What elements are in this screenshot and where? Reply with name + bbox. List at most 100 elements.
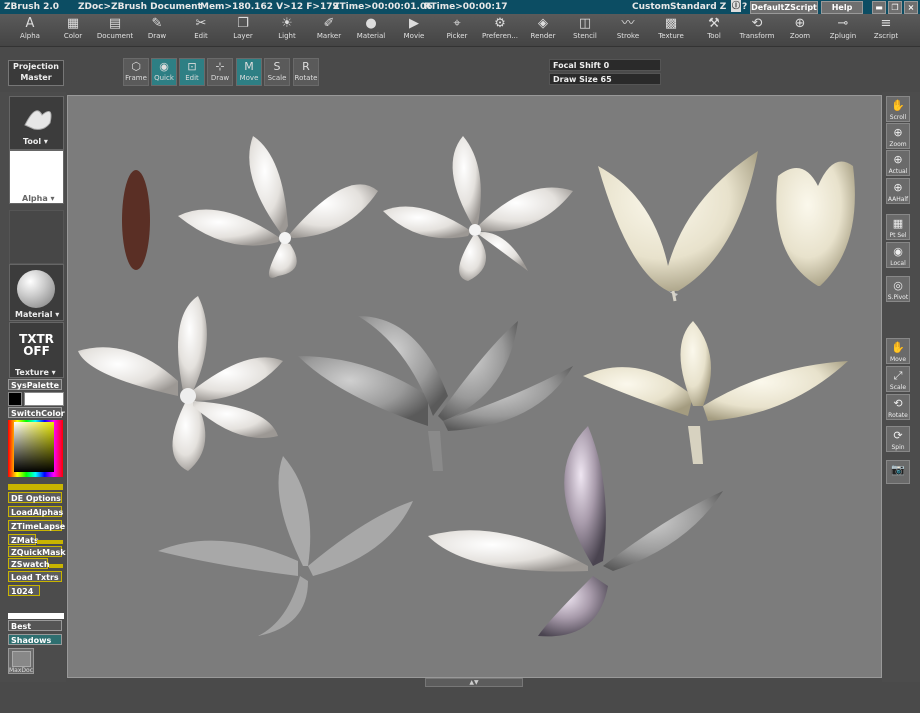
texture-thumbnail[interactable]: TXTR OFF Texture ▾	[9, 322, 64, 378]
close-icon[interactable]: ×	[904, 1, 918, 14]
restore-icon[interactable]: ❐	[888, 1, 902, 14]
help-question-icon[interactable]: ?	[742, 0, 747, 14]
s-pivot-button[interactable]: ◎ S.Pivot	[886, 276, 910, 302]
syspalette-button[interactable]: SysPalette	[8, 379, 62, 390]
resolution-1024-button[interactable]: 1024	[8, 585, 40, 596]
actual-magnifier-icon: ⊕	[893, 153, 903, 166]
rtime-readout: RTime>00:00:17	[424, 2, 508, 12]
flower-render-3	[598, 151, 758, 302]
color-picker[interactable]	[8, 420, 63, 477]
best-indicator-bar	[8, 613, 64, 619]
default-zscript-button[interactable]: DefaultZScript	[750, 1, 818, 14]
edit-button[interactable]: ⊡ Edit	[179, 58, 205, 86]
secondary-color-swatch[interactable]	[24, 392, 64, 406]
zscript-icon: ≡	[880, 16, 892, 31]
spin-button[interactable]: ⟳ Spin	[886, 426, 910, 452]
help-button[interactable]: Help	[821, 1, 863, 14]
transform-icon: ⟲	[751, 16, 763, 31]
move-hand-icon: ✋	[891, 341, 905, 354]
flower-render-8	[158, 456, 413, 636]
mem-readout: Mem>180.162 V>12 F>179	[200, 2, 339, 12]
stroke-thumbnail[interactable]	[9, 210, 64, 264]
zoom-button[interactable]: ⊕ Zoom	[886, 123, 910, 149]
document-canvas[interactable]	[67, 95, 882, 678]
minimize-icon[interactable]: ▬	[872, 1, 886, 14]
texture-icon: ▩	[664, 16, 678, 31]
rotate-icon: ⟲	[893, 397, 903, 410]
preferences-icon: ⚙	[494, 16, 506, 31]
material-icon: ●	[365, 16, 377, 31]
flower-render-4	[776, 161, 855, 286]
de-options-button[interactable]: DE Options	[8, 492, 62, 503]
flower-render-7	[583, 321, 848, 464]
scroll-hand-icon: ✋	[891, 99, 905, 112]
menu-zscript[interactable]: ≡ Zscript	[861, 16, 911, 40]
alpha-thumbnail[interactable]: Alpha ▾	[9, 150, 64, 204]
zquickmask-button[interactable]: ZQuickMask	[8, 546, 66, 557]
quick-icon: ◉	[159, 60, 169, 73]
local-icon: ◉	[893, 245, 903, 258]
zoom-icon: ⊕	[794, 16, 806, 31]
bottom-tray: ▲▼	[0, 678, 920, 713]
flower-render-6	[298, 316, 573, 471]
info-icon[interactable]: Ⓘ	[731, 0, 741, 12]
app-title: ZBrush 2.0	[4, 2, 60, 12]
snapshot-button[interactable]: 📷	[886, 460, 910, 484]
zmats-button[interactable]: ZMats	[8, 534, 39, 545]
flower-tool-icon	[24, 110, 52, 130]
switch-color-button[interactable]: SwitchColor	[8, 407, 65, 418]
custom-menu[interactable]: Custom	[632, 0, 670, 14]
scale-view-button[interactable]: ⤢ Scale	[886, 366, 910, 392]
actual-button[interactable]: ⊕ Actual	[886, 150, 910, 176]
shadows-button[interactable]: Shadows	[8, 634, 62, 645]
tool-label: Tool ▾	[23, 137, 48, 146]
projection-master-button[interactable]: Projection Master	[8, 60, 64, 86]
title-bar: ZBrush 2.0 ZDoc>ZBrush Document Mem>180.…	[0, 0, 920, 14]
menu-layer[interactable]: ❐ Layer	[218, 16, 268, 40]
frame-button[interactable]: ⬡ Frame	[123, 58, 149, 86]
scale-icon: ⤢	[893, 369, 903, 382]
maxdoc-icon	[11, 651, 31, 667]
move-mode-icon: M	[244, 60, 254, 73]
primary-color-swatch[interactable]	[8, 392, 22, 406]
pt-sel-button[interactable]: ▦ Pt Sel	[886, 214, 910, 240]
standard-menu[interactable]: Standard Z	[670, 0, 726, 14]
doc-menu[interactable]: ZDoc>ZBrush Document	[78, 0, 202, 14]
focal-shift-slider[interactable]: Focal Shift 0	[549, 59, 661, 71]
maxdoc-button[interactable]: MaxDoc	[8, 648, 34, 674]
material-sphere-icon	[17, 270, 55, 308]
ztimelapse-button[interactable]: ZTimeLapse	[8, 520, 65, 531]
move-button[interactable]: M Move	[236, 58, 262, 86]
aahalf-button[interactable]: ⊕ AAHalf	[886, 178, 910, 204]
rotate-view-button[interactable]: ⟲ Rotate	[886, 394, 910, 420]
txtr-off-label: TXTR OFF	[19, 332, 54, 358]
draw-icon: ✎	[151, 16, 163, 31]
pivot-icon: ◎	[893, 279, 903, 292]
zswatch-button[interactable]: ZSwatch	[8, 558, 50, 569]
rotate-button[interactable]: R Rotate	[293, 58, 319, 86]
load-txtrs-button[interactable]: Load Txtrs	[8, 571, 62, 582]
alpha-label: Alpha ▾	[22, 194, 55, 203]
draw-size-slider[interactable]: Draw Size 65	[549, 73, 661, 85]
move-view-button[interactable]: ✋ Move	[886, 338, 910, 364]
menu-draw[interactable]: ✎ Draw	[132, 16, 182, 40]
tool-thumbnail[interactable]: Tool ▾	[9, 96, 64, 150]
quick-button[interactable]: ◉ Quick	[151, 58, 177, 86]
collapse-arrows-icon: ▲▼	[469, 679, 479, 686]
rotate-mode-icon: R	[302, 60, 310, 73]
edit-icon: ✂	[195, 16, 207, 31]
document-icon: ▤	[108, 16, 122, 31]
scroll-button[interactable]: ✋ Scroll	[886, 96, 910, 122]
scale-mode-icon: S	[273, 60, 281, 73]
bottom-tray-toggle[interactable]: ▲▼	[425, 678, 523, 687]
draw-button[interactable]: ⊹ Draw	[207, 58, 233, 86]
divider-bar	[8, 484, 63, 490]
scale-button[interactable]: S Scale	[264, 58, 290, 86]
ztime-readout: ZTime>00:00:01.06	[333, 2, 433, 12]
color-icon: ▦	[66, 16, 80, 31]
stencil-icon: ◫	[578, 16, 592, 31]
best-button[interactable]: Best	[8, 620, 62, 631]
material-thumbnail[interactable]: Material ▾	[9, 264, 64, 321]
load-alphas-button[interactable]: LoadAlphas	[8, 506, 63, 517]
local-button[interactable]: ◉ Local	[886, 242, 910, 268]
